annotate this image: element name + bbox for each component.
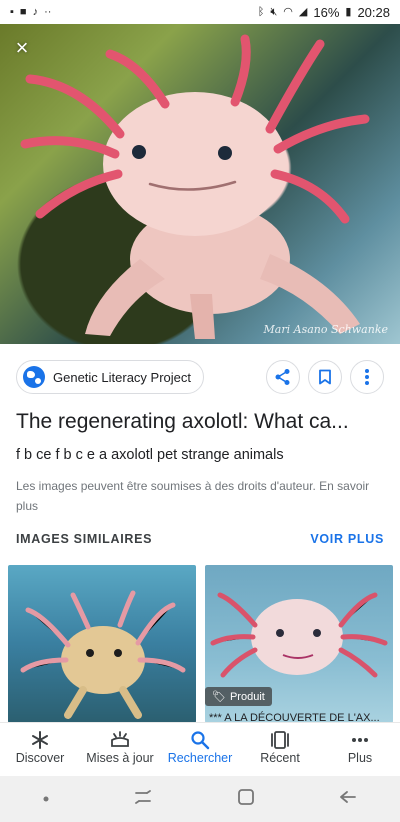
mute-icon: 🔇︎ (270, 5, 278, 18)
similar-images-title: IMAGES SIMILAIRES (16, 532, 153, 546)
updates-icon (109, 729, 131, 751)
bottom-navigation: Discover Mises à jour Rechercher Récent … (0, 722, 400, 775)
hero-image[interactable]: × Mari Asano Schwanke (0, 24, 400, 344)
message-icon: ■ (19, 5, 27, 18)
status-bar: ▪ ■ ♪ ·· ᛒ 🔇︎ ◠ ◢ 16% ▮ 20:28 (0, 0, 400, 24)
system-navigation-bar (0, 776, 400, 822)
status-left: ▪ ■ ♪ ·· (10, 5, 52, 18)
more-options-button[interactable] (350, 360, 384, 394)
source-row: Genetic Literacy Project (16, 360, 384, 394)
nav-updates-label: Mises à jour (86, 751, 154, 765)
dot-icon[interactable] (42, 790, 50, 808)
axolotl-thumbnail-1 (20, 590, 186, 719)
bookmark-icon (319, 369, 331, 385)
photo-icon: ▪ (10, 5, 14, 18)
signal-icon: ◢ (298, 5, 308, 18)
nav-discover-label: Discover (15, 751, 65, 765)
nav-more[interactable]: Plus (320, 729, 400, 765)
more-dots-icon: ·· (44, 5, 52, 18)
share-button[interactable] (266, 360, 300, 394)
nav-recent-label: Récent (260, 751, 300, 765)
recent-icon (270, 729, 290, 751)
search-icon (190, 729, 210, 751)
close-icon[interactable]: × (8, 34, 36, 62)
nav-recent[interactable]: Récent (240, 729, 320, 765)
see-more-link[interactable]: VOIR PLUS (310, 532, 384, 546)
copyright-notice[interactable]: Les images peuvent être soumises à des d… (16, 476, 384, 516)
bluetooth-icon: ᛒ (257, 5, 265, 18)
tiktok-icon: ♪ (32, 5, 39, 18)
share-icon (275, 369, 290, 385)
bookmark-button[interactable] (308, 360, 342, 394)
source-name: Genetic Literacy Project (53, 369, 192, 385)
source-chip[interactable]: Genetic Literacy Project (16, 360, 205, 394)
result-subtitle: f b ce f b c e a axolotl pet strange ani… (16, 447, 284, 463)
similar-images-header: IMAGES SIMILAIRES VOIR PLUS (16, 532, 384, 546)
status-right: ᛒ 🔇︎ ◠ ◢ 16% ▮ 20:28 (258, 5, 390, 20)
home-icon[interactable] (237, 788, 255, 811)
similar-image-1[interactable] (8, 565, 196, 723)
wifi-icon: ◠ (283, 5, 293, 18)
nav-search-label: Rechercher (167, 751, 233, 765)
recent-apps-icon[interactable] (133, 789, 153, 810)
nav-updates[interactable]: Mises à jour (80, 729, 160, 765)
more-dots-icon (350, 729, 370, 751)
axolotl-illustration (20, 34, 370, 339)
action-buttons (266, 360, 384, 394)
clock: 20:28 (357, 4, 390, 20)
image-watermark: Mari Asano Schwanke (263, 323, 388, 336)
nav-search[interactable]: Rechercher (160, 729, 240, 765)
nav-discover[interactable]: Discover (0, 729, 80, 765)
tag-icon: 🏷︎ (212, 691, 226, 703)
nav-more-label: Plus (347, 751, 373, 765)
product-badge: 🏷︎ Produit (205, 687, 272, 706)
globe-icon (23, 366, 45, 388)
product-badge-label: Produit (229, 690, 265, 703)
back-icon[interactable] (338, 789, 358, 810)
result-title[interactable]: The regenerating axolotl: What ca... (16, 410, 384, 434)
more-vert-icon (365, 369, 369, 385)
battery-icon: ▮ (345, 5, 352, 18)
asterisk-icon (30, 729, 50, 751)
battery-percent: 16% (313, 4, 340, 20)
